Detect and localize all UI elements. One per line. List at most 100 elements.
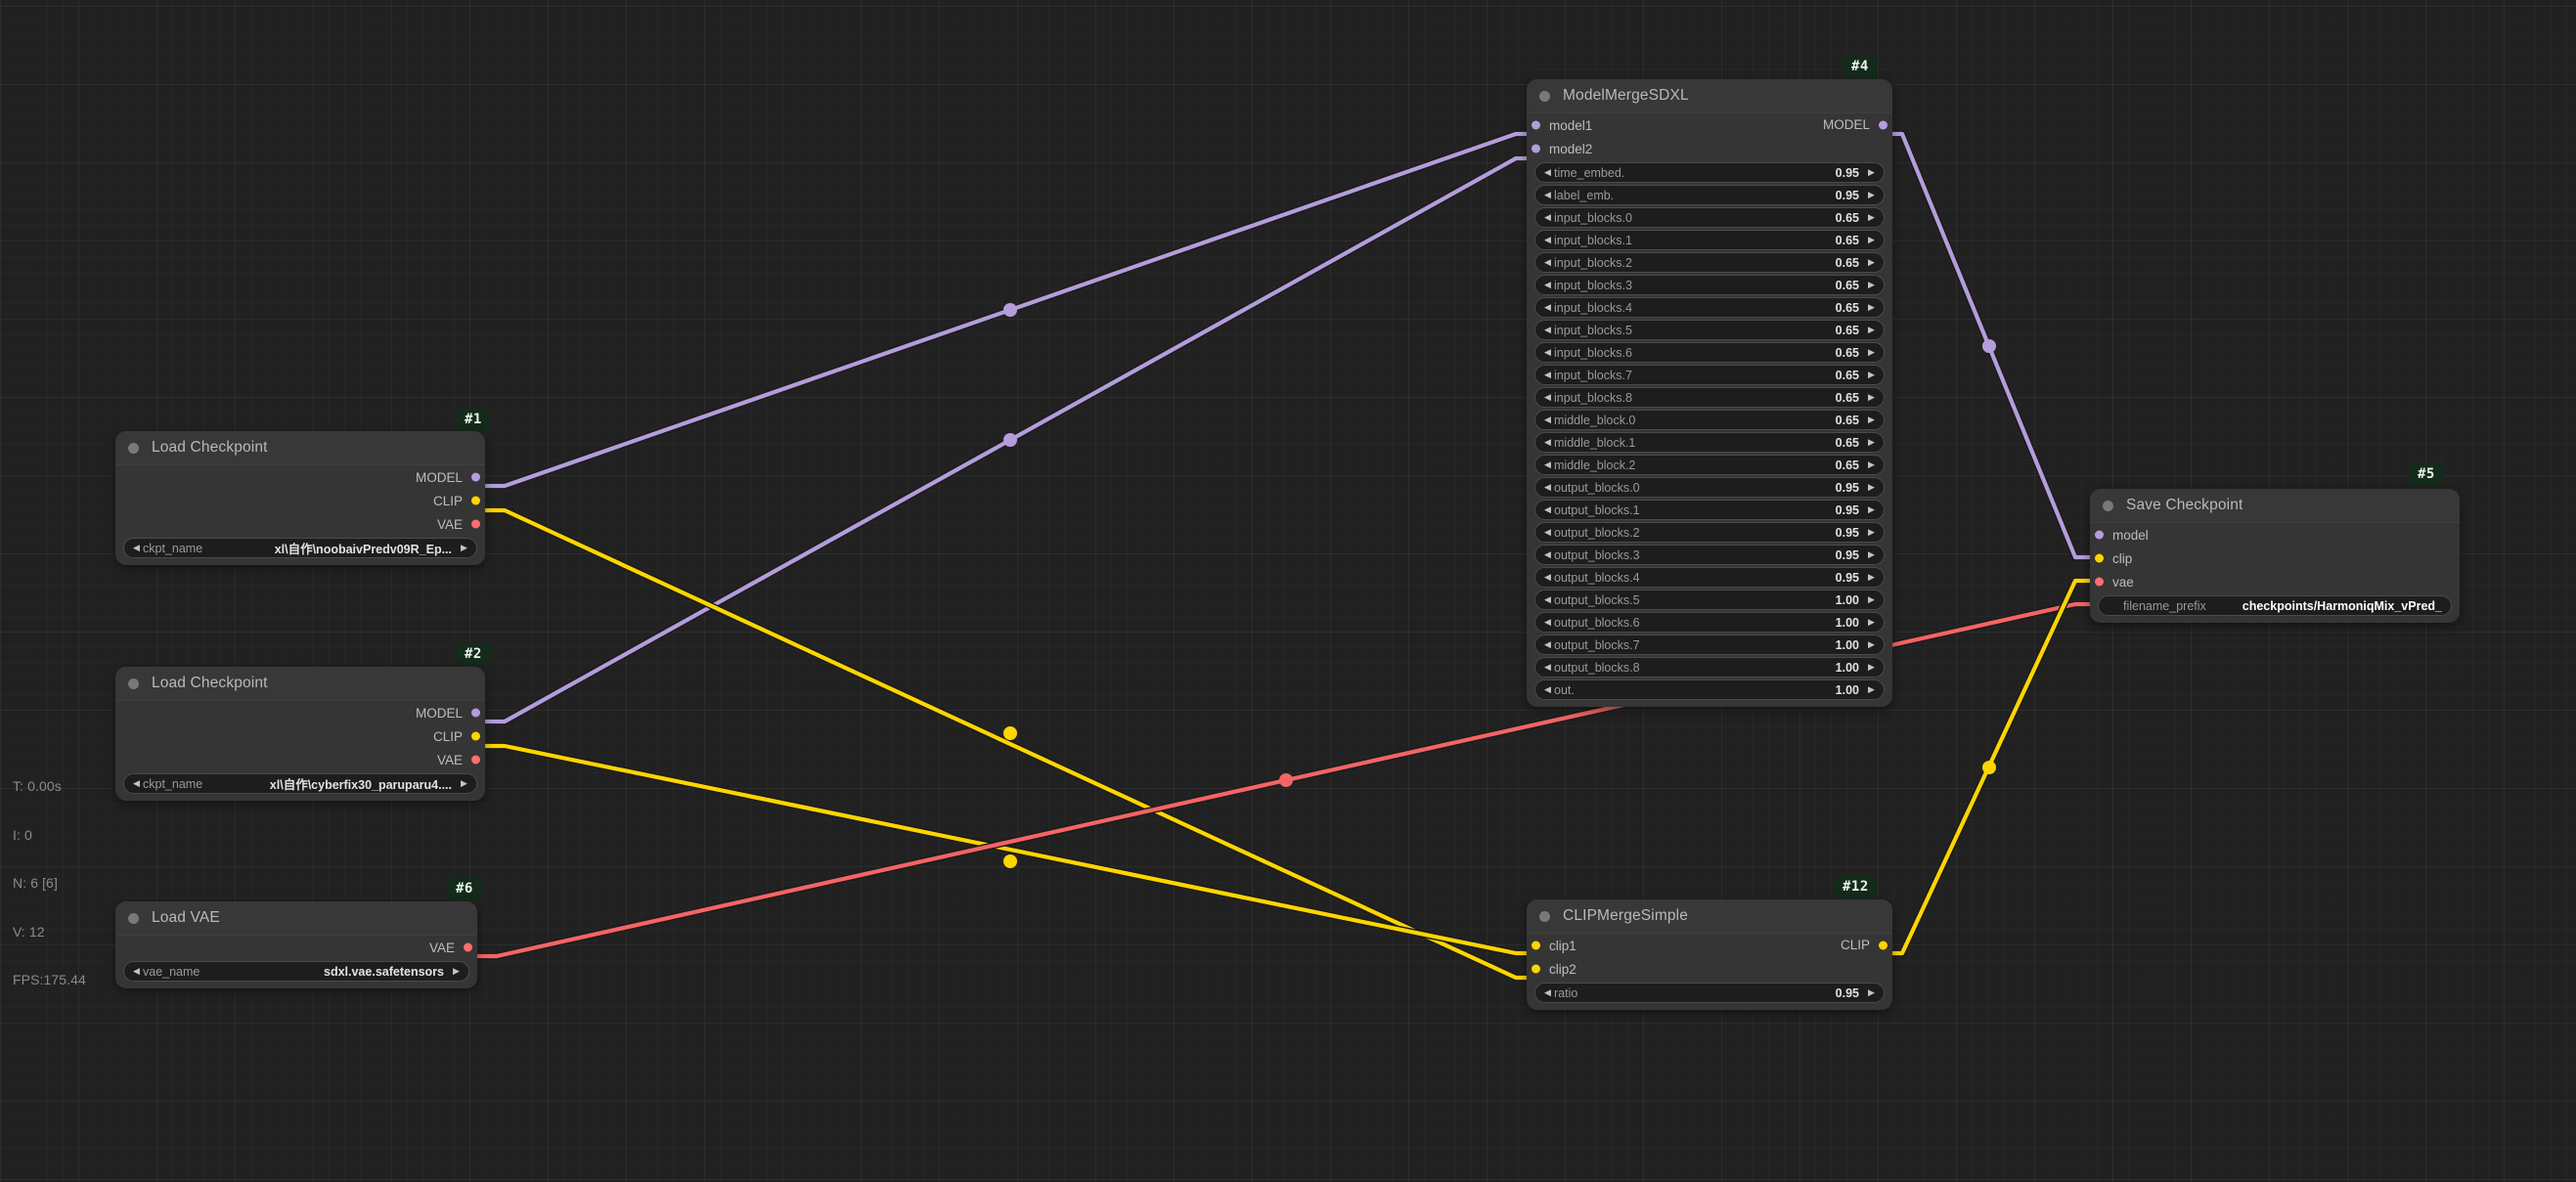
input-slot-clip2[interactable]: clip2 — [1527, 957, 1892, 981]
increment-arrow-icon[interactable]: ▶ — [1866, 640, 1877, 649]
widget-label-emb[interactable]: ◀ label_emb. 0.95 ▶ — [1534, 185, 1885, 205]
decrement-arrow-icon[interactable]: ◀ — [1542, 595, 1553, 604]
vae-slot-dot-icon[interactable] — [2095, 577, 2104, 587]
widget-vae-name[interactable]: ◀ vae_name sdxl.vae.safetensors ▶ — [123, 961, 469, 982]
increment-arrow-icon[interactable]: ▶ — [459, 544, 469, 552]
increment-arrow-icon[interactable]: ▶ — [1866, 618, 1877, 627]
collapse-dot-icon[interactable] — [128, 442, 139, 454]
collapse-dot-icon[interactable] — [128, 912, 139, 924]
increment-arrow-icon[interactable]: ▶ — [1866, 573, 1877, 582]
widget-middle-block-1[interactable]: ◀ middle_block.1 0.65 ▶ — [1534, 432, 1885, 453]
input-slot-model[interactable]: model — [2090, 523, 2460, 547]
input-slot-model2[interactable]: model2 — [1527, 137, 1892, 160]
decrement-arrow-icon[interactable]: ◀ — [1542, 663, 1553, 672]
increment-arrow-icon[interactable]: ▶ — [1866, 303, 1877, 312]
model-slot-dot-icon[interactable] — [1532, 120, 1540, 130]
node-load-checkpoint-1[interactable]: Load Checkpoint MODEL CLIP VAE ◀ ckpt_na… — [115, 431, 485, 565]
widget-filename-prefix[interactable]: filename_prefix checkpoints/HarmoniqMix_… — [2098, 595, 2452, 616]
node-load-vae[interactable]: Load VAE VAE ◀ vae_name sdxl.vae.safeten… — [115, 901, 477, 988]
decrement-arrow-icon[interactable]: ◀ — [1542, 438, 1553, 447]
node-header[interactable]: Load VAE — [115, 901, 477, 936]
widget-output-blocks-7[interactable]: ◀ output_blocks.7 1.00 ▶ — [1534, 635, 1885, 655]
widget-input-blocks-0[interactable]: ◀ input_blocks.0 0.65 ▶ — [1534, 207, 1885, 228]
input-slot-model1[interactable]: model1 MODEL — [1527, 113, 1892, 137]
clip-output-slot-dot-icon[interactable] — [1879, 941, 1888, 950]
increment-arrow-icon[interactable]: ▶ — [1866, 236, 1877, 244]
decrement-arrow-icon[interactable]: ◀ — [1542, 550, 1553, 559]
decrement-arrow-icon[interactable]: ◀ — [1542, 326, 1553, 334]
increment-arrow-icon[interactable]: ▶ — [1866, 371, 1877, 379]
increment-arrow-icon[interactable]: ▶ — [1866, 191, 1877, 199]
increment-arrow-icon[interactable]: ▶ — [1866, 168, 1877, 177]
widget-input-blocks-2[interactable]: ◀ input_blocks.2 0.65 ▶ — [1534, 252, 1885, 273]
widget-ckpt-name[interactable]: ◀ ckpt_name xl\自作\cyberfix30_paruparu4..… — [123, 773, 477, 794]
collapse-dot-icon[interactable] — [128, 678, 139, 689]
increment-arrow-icon[interactable]: ▶ — [1866, 281, 1877, 289]
node-header[interactable]: Save Checkpoint — [2090, 489, 2460, 523]
node-header[interactable]: ModelMergeSDXL — [1527, 79, 1892, 113]
decrement-arrow-icon[interactable]: ◀ — [1542, 685, 1553, 694]
model-slot-dot-icon[interactable] — [1532, 144, 1540, 153]
decrement-arrow-icon[interactable]: ◀ — [1542, 505, 1553, 514]
increment-arrow-icon[interactable]: ▶ — [1866, 550, 1877, 559]
output-slot-model[interactable]: MODEL — [115, 701, 485, 724]
widget-middle-block-0[interactable]: ◀ middle_block.0 0.65 ▶ — [1534, 410, 1885, 430]
decrement-arrow-icon[interactable]: ◀ — [1542, 281, 1553, 289]
widget-output-blocks-1[interactable]: ◀ output_blocks.1 0.95 ▶ — [1534, 500, 1885, 520]
widget-middle-block-2[interactable]: ◀ middle_block.2 0.65 ▶ — [1534, 455, 1885, 475]
decrement-arrow-icon[interactable]: ◀ — [1542, 258, 1553, 267]
widget-input-blocks-5[interactable]: ◀ input_blocks.5 0.65 ▶ — [1534, 320, 1885, 340]
output-slot-clip[interactable]: CLIP — [115, 724, 485, 748]
decrement-arrow-icon[interactable]: ◀ — [1542, 573, 1553, 582]
decrement-arrow-icon[interactable]: ◀ — [1542, 416, 1553, 424]
decrement-arrow-icon[interactable]: ◀ — [1542, 191, 1553, 199]
collapse-dot-icon[interactable] — [1539, 90, 1550, 102]
decrement-arrow-icon[interactable]: ◀ — [1542, 988, 1553, 997]
collapse-dot-icon[interactable] — [2103, 500, 2113, 511]
increment-arrow-icon[interactable]: ▶ — [1866, 505, 1877, 514]
decrement-arrow-icon[interactable]: ◀ — [131, 544, 142, 552]
vae-slot-dot-icon[interactable] — [464, 942, 472, 952]
widget-output-blocks-3[interactable]: ◀ output_blocks.3 0.95 ▶ — [1534, 545, 1885, 565]
output-slot-vae[interactable]: VAE — [115, 748, 485, 771]
decrement-arrow-icon[interactable]: ◀ — [1542, 303, 1553, 312]
increment-arrow-icon[interactable]: ▶ — [1866, 988, 1877, 997]
clip-slot-dot-icon[interactable] — [2095, 553, 2104, 563]
decrement-arrow-icon[interactable]: ◀ — [1542, 213, 1553, 222]
increment-arrow-icon[interactable]: ▶ — [1866, 393, 1877, 402]
increment-arrow-icon[interactable]: ▶ — [1866, 595, 1877, 604]
model-slot-dot-icon[interactable] — [471, 708, 480, 718]
widget-input-blocks-1[interactable]: ◀ input_blocks.1 0.65 ▶ — [1534, 230, 1885, 250]
output-slot-model[interactable]: MODEL — [115, 465, 485, 489]
increment-arrow-icon[interactable]: ▶ — [451, 967, 462, 976]
increment-arrow-icon[interactable]: ▶ — [1866, 213, 1877, 222]
increment-arrow-icon[interactable]: ▶ — [1866, 326, 1877, 334]
vae-slot-dot-icon[interactable] — [471, 519, 480, 529]
decrement-arrow-icon[interactable]: ◀ — [1542, 371, 1553, 379]
decrement-arrow-icon[interactable]: ◀ — [131, 779, 142, 788]
increment-arrow-icon[interactable]: ▶ — [1866, 460, 1877, 469]
widget-output-blocks-6[interactable]: ◀ output_blocks.6 1.00 ▶ — [1534, 612, 1885, 633]
increment-arrow-icon[interactable]: ▶ — [1866, 438, 1877, 447]
widget-output-blocks-2[interactable]: ◀ output_blocks.2 0.95 ▶ — [1534, 522, 1885, 543]
model-slot-dot-icon[interactable] — [471, 472, 480, 482]
clip-slot-dot-icon[interactable] — [1532, 941, 1540, 950]
decrement-arrow-icon[interactable]: ◀ — [1542, 528, 1553, 537]
decrement-arrow-icon[interactable]: ◀ — [1542, 393, 1553, 402]
output-slot-vae[interactable]: VAE — [115, 936, 477, 959]
widget-output-blocks-0[interactable]: ◀ output_blocks.0 0.95 ▶ — [1534, 477, 1885, 498]
output-slot-vae[interactable]: VAE — [115, 512, 485, 536]
decrement-arrow-icon[interactable]: ◀ — [1542, 460, 1553, 469]
vae-slot-dot-icon[interactable] — [471, 755, 480, 765]
decrement-arrow-icon[interactable]: ◀ — [131, 967, 142, 976]
clip-slot-dot-icon[interactable] — [1532, 964, 1540, 974]
increment-arrow-icon[interactable]: ▶ — [1866, 258, 1877, 267]
node-save-checkpoint[interactable]: Save Checkpoint model clip vae filename_… — [2090, 489, 2460, 623]
decrement-arrow-icon[interactable]: ◀ — [1542, 168, 1553, 177]
decrement-arrow-icon[interactable]: ◀ — [1542, 236, 1553, 244]
node-header[interactable]: CLIPMergeSimple — [1527, 899, 1892, 934]
output-slot-clip[interactable]: CLIP — [115, 489, 485, 512]
increment-arrow-icon[interactable]: ▶ — [1866, 416, 1877, 424]
input-slot-clip1[interactable]: clip1 CLIP — [1527, 934, 1892, 957]
widget-ckpt-name[interactable]: ◀ ckpt_name xl\自作\noobaivPredv09R_Ep... … — [123, 538, 477, 558]
